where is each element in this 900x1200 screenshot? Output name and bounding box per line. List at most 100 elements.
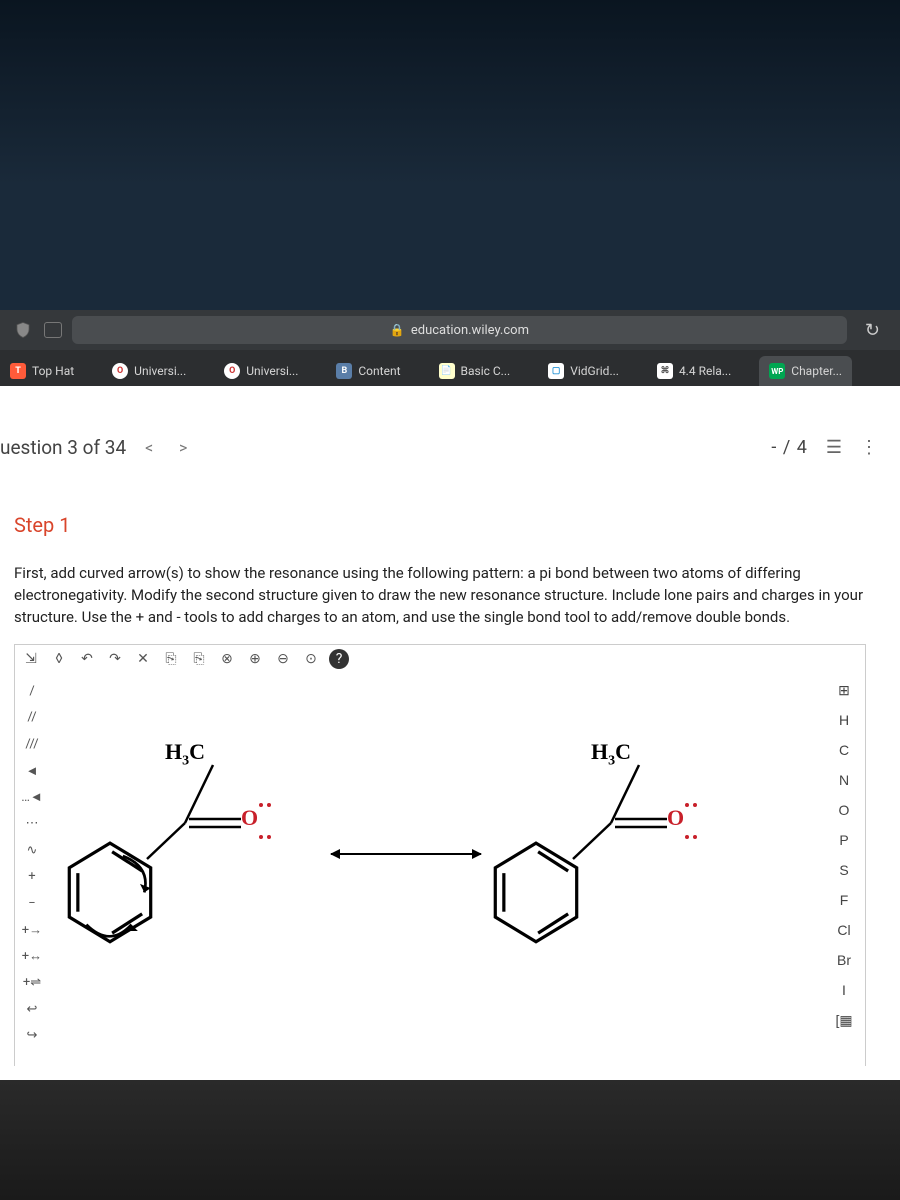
tab-chapter[interactable]: WP Chapter... [759,356,852,386]
sidebar-toggle-icon[interactable] [44,322,62,338]
h3c-label: H3C [591,739,631,769]
select-tool[interactable]: ⇲ [21,649,41,669]
reaction-arrow-tool[interactable]: +→ [21,920,43,940]
element-br[interactable]: Br [831,949,857,971]
tab-label: Universi... [134,364,186,378]
zoom-reset-tool[interactable]: ⊙ [301,649,321,669]
reload-icon[interactable]: ↻ [857,320,888,341]
editor-top-toolbar: ⇲ ◊ ↶ ↷ ✕ ⎘ ⎘ ⊗ ⊕ ⊖ ⊙ ? [21,649,349,669]
more-icon[interactable]: ⋮ [860,437,878,458]
single-bond-tool[interactable]: / [21,681,43,701]
tab-basic[interactable]: 📄 Basic C... [429,356,521,386]
wp-favicon: WP [769,363,785,379]
question-counter: uestion 3 of 34 [0,436,126,459]
address-bar[interactable]: 🔒 education.wiley.com [72,316,847,344]
tab-label: Content [358,364,400,378]
radical-tool[interactable]: • [103,1067,121,1080]
element-c[interactable]: C [831,739,857,761]
tab-label: Top Hat [32,364,74,378]
double-bond-tool[interactable]: // [21,708,43,728]
tab-label: 4.4 Rela... [679,364,731,378]
erase-tool[interactable]: ◊ [49,649,69,669]
molecule-right[interactable]: H3C O [481,739,721,959]
dots-tool[interactable]: ⋯ [21,814,43,834]
benzene-ring [491,841,581,941]
tab-vidgrid[interactable]: ▢ VidGrid... [538,356,629,386]
tab-label: Basic C... [461,364,511,378]
undo-tool[interactable]: ↶ [77,649,97,669]
oxygen-label: O [667,805,684,831]
tab-content[interactable]: B Content [326,356,410,386]
element-o[interactable]: O [831,799,857,821]
doc-favicon: 📄 [439,363,455,379]
element-h[interactable]: H [831,709,857,731]
tab-label: Universi... [246,364,298,378]
half-arrow-tool[interactable]: ↪ [21,1026,43,1046]
tab-label: VidGrid... [570,364,619,378]
h3c-label: H3C [165,739,205,769]
privacy-shield-icon[interactable] [12,319,34,341]
benzene-ring [65,841,155,941]
zoom-in-tool[interactable]: ⊕ [245,649,265,669]
vidgrid-favicon: ▢ [548,363,564,379]
help-tool[interactable]: ? [329,649,349,669]
plus-charge-tool[interactable]: + [21,867,43,887]
element-s[interactable]: S [831,859,857,881]
wedge-tool[interactable]: ◄ [21,761,43,781]
list-icon[interactable]: ☰ [826,437,842,458]
tophat-favicon: T [10,363,26,379]
question-header: uestion 3 of 34 < > - / 4 ☰ ⋮ [0,386,900,473]
benzene-tool[interactable]: ⬡ [187,1067,205,1080]
equilibrium-arrow-tool[interactable]: +⇌ [21,973,43,993]
template-tool[interactable]: [▦ [831,1009,857,1031]
browser-toolbar: 🔒 education.wiley.com ↻ [0,310,900,350]
curved-arrow-tool[interactable]: ↩ [21,999,43,1019]
editor-left-toolbar: / // /// ◄ …◄ ⋯ ∿ + − +→ +↔ +⇌ ↩ ↪ [19,681,45,1045]
periodic-tool[interactable]: ⊞ [831,679,857,701]
drawing-canvas[interactable]: H3C O [51,681,823,1049]
b-favicon: B [336,363,352,379]
tab-label: Chapter... [791,364,842,378]
element-i[interactable]: I [831,979,857,1001]
circle-favicon: O [224,363,240,379]
cyclopentane-tool[interactable]: ⬠ [131,1067,149,1080]
paste-tool[interactable]: ⎘ [189,649,209,669]
cyclohexane-tool[interactable]: ◯ [159,1067,177,1080]
triple-bond-tool[interactable]: /// [21,734,43,754]
element-n[interactable]: N [831,769,857,791]
step-label: Step 1 [0,473,900,537]
oxygen-label: O [241,805,258,831]
tab-strip: T Top Hat O Universi... O Universi... B … [0,350,900,386]
tab-universi-2[interactable]: O Universi... [214,356,308,386]
desk-surface [0,1080,900,1200]
resonance-arrow [331,853,481,855]
zoom-fit-tool[interactable]: ⊗ [217,649,237,669]
score-display: - / 4 [771,437,807,458]
tab-tophat[interactable]: T Top Hat [0,356,84,386]
editor-bottom-toolbar: •• • ⬠ ◯ ⬡ ⬡ ⬡ [75,1067,261,1080]
tab-rela[interactable]: ⌘ 4.4 Rela... [647,356,741,386]
next-question-button[interactable]: > [172,437,194,459]
minus-charge-tool[interactable]: − [21,893,43,913]
page-content: uestion 3 of 34 < > - / 4 ☰ ⋮ Step 1 Fir… [0,386,900,1080]
element-cl[interactable]: Cl [831,919,857,941]
hash-wedge-tool[interactable]: …◄ [21,787,43,807]
redo-tool[interactable]: ↷ [105,649,125,669]
ring-tool-1[interactable]: ⬡ [215,1067,233,1080]
cut-tool[interactable]: ✕ [133,649,153,669]
lone-pair-tool[interactable]: •• [75,1067,93,1080]
element-f[interactable]: F [831,889,857,911]
ring-tool-2[interactable]: ⬡ [243,1067,261,1080]
lock-icon: 🔒 [390,323,405,337]
molecule-left[interactable]: H3C O [55,739,295,959]
element-p[interactable]: P [831,829,857,851]
wavy-tool[interactable]: ∿ [21,840,43,860]
resonance-arrow-tool[interactable]: +↔ [21,946,43,966]
structure-editor[interactable]: ⇲ ◊ ↶ ↷ ✕ ⎘ ⎘ ⊗ ⊕ ⊖ ⊙ ? / // /// ◄ …◄ ⋯ … [14,644,866,1080]
copy-tool[interactable]: ⎘ [161,649,181,669]
tab-universi-1[interactable]: O Universi... [102,356,196,386]
zoom-out-tool[interactable]: ⊖ [273,649,293,669]
prev-question-button[interactable]: < [138,437,160,459]
circle-favicon: O [112,363,128,379]
rela-favicon: ⌘ [657,363,673,379]
